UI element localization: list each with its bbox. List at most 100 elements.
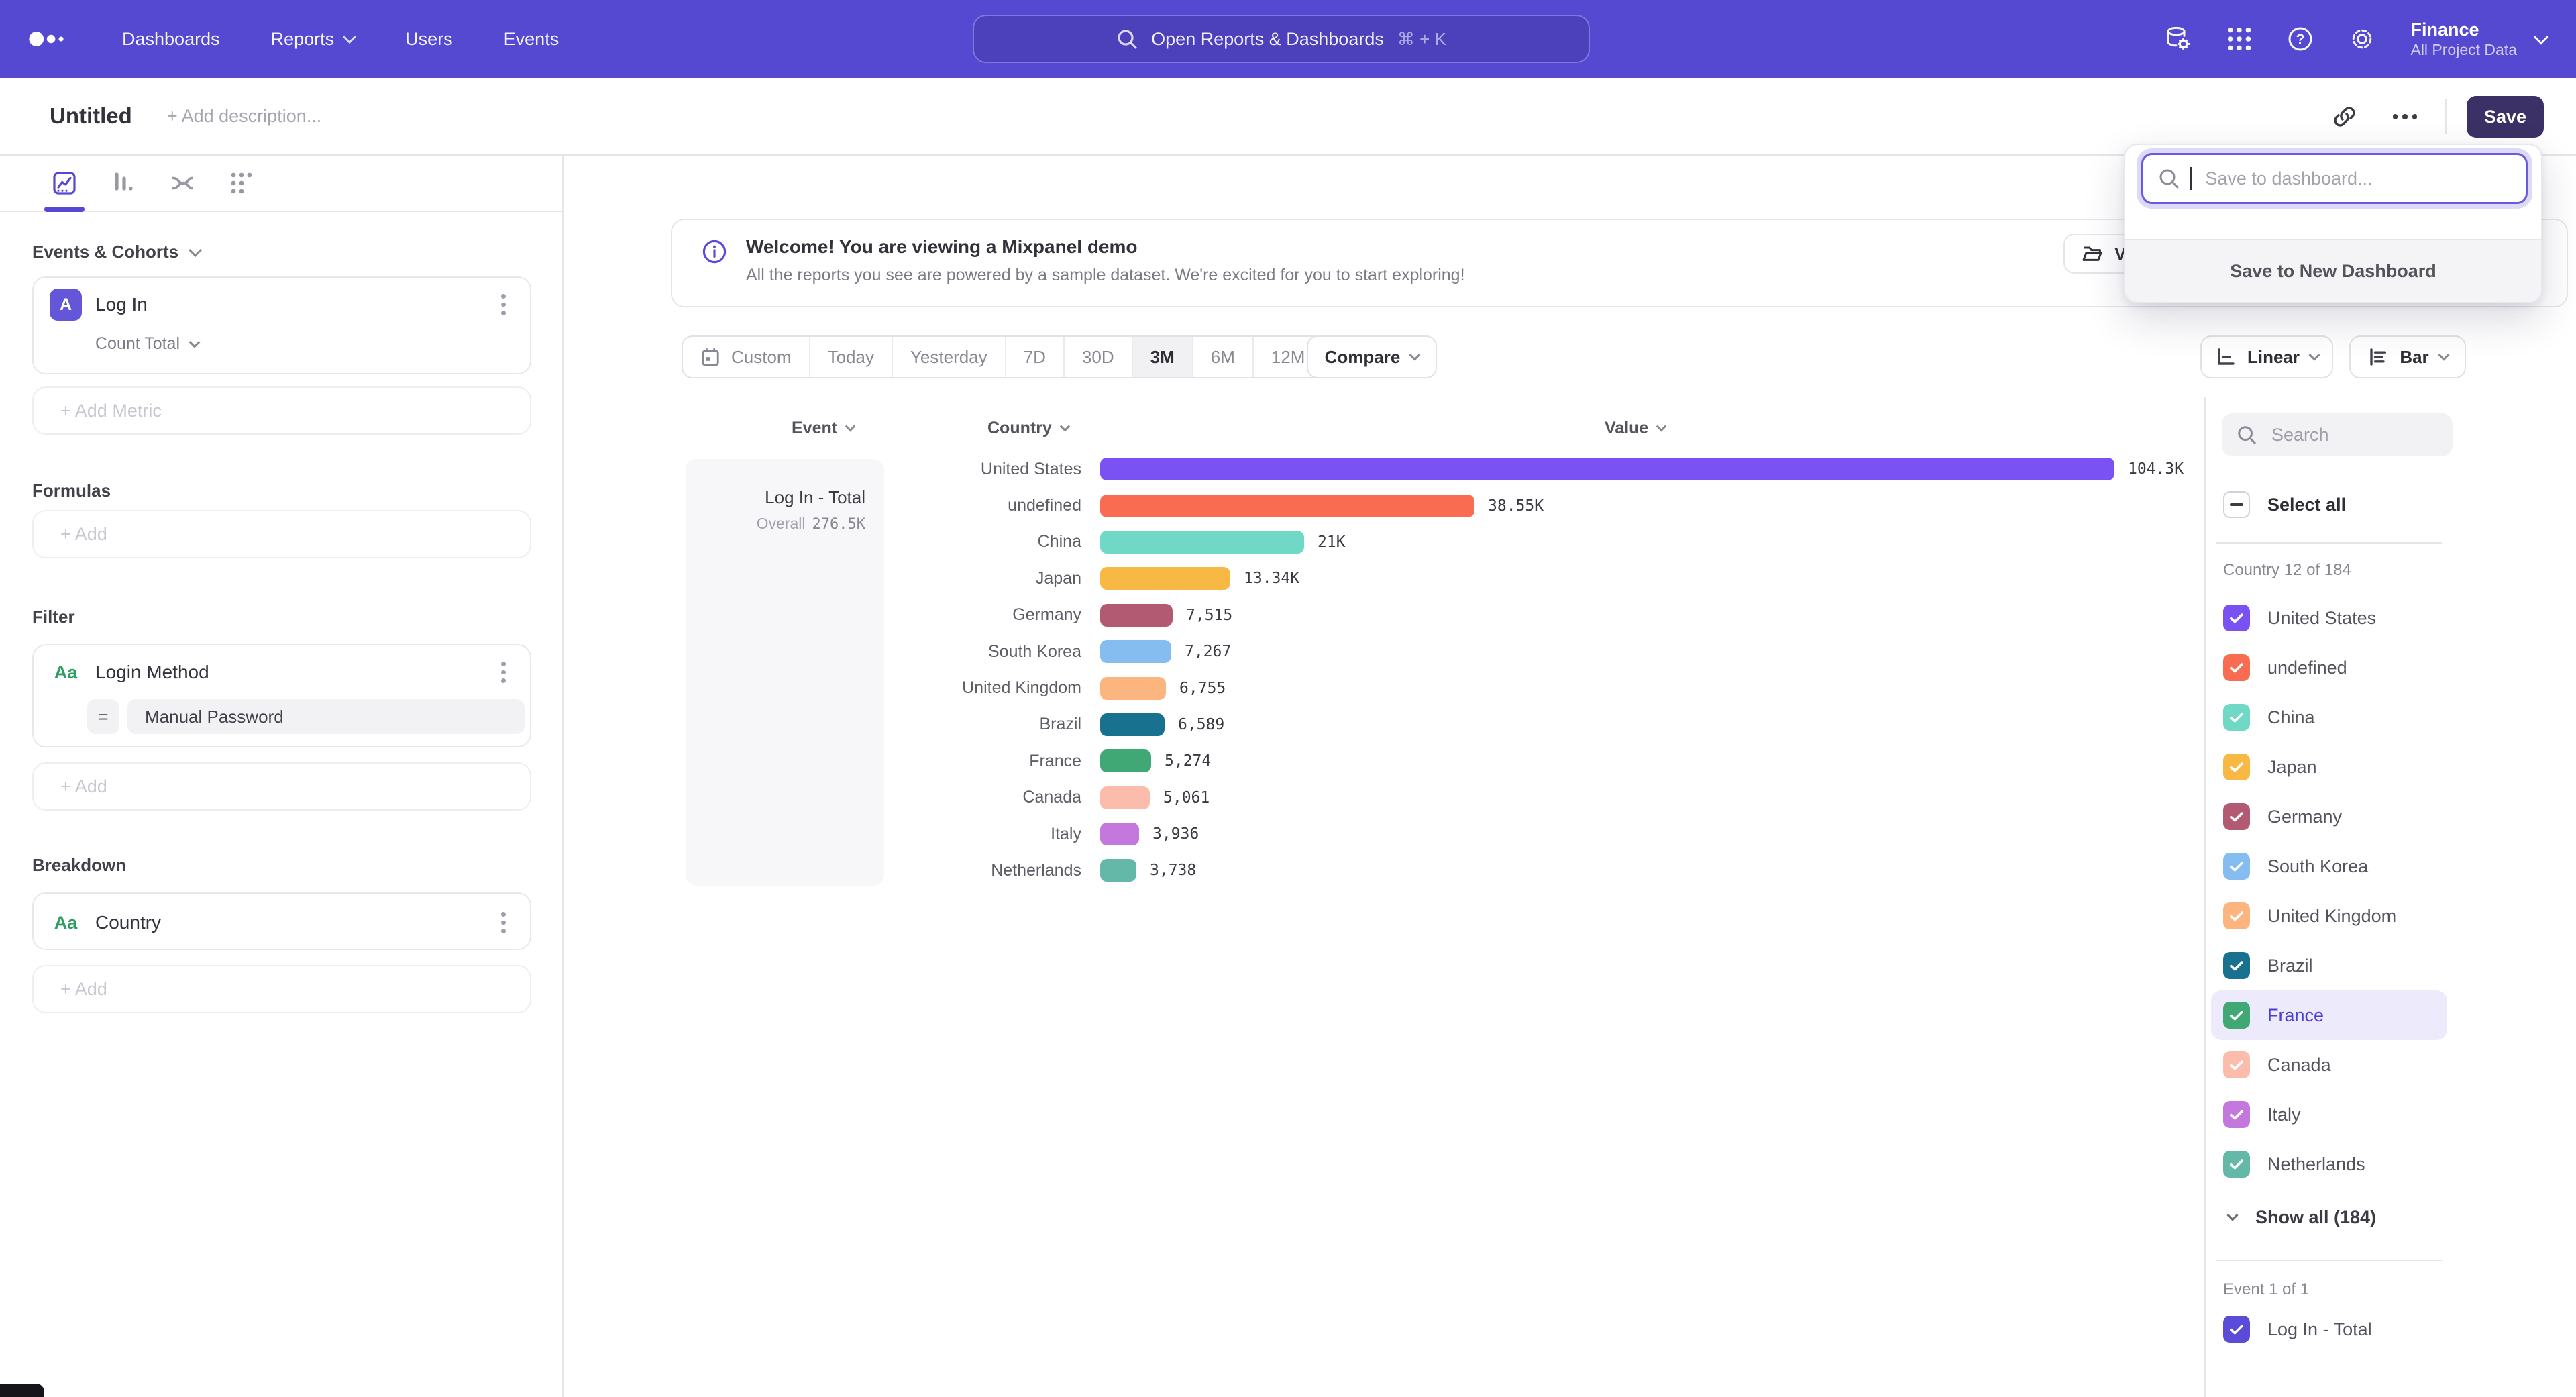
report-type-tabs: [0, 156, 562, 212]
bar-value-label: 6,589: [1178, 716, 1224, 733]
metric-card-log-in[interactable]: A Log In Count Total: [32, 276, 531, 374]
tab-flows[interactable]: [169, 170, 196, 197]
copy-link-icon[interactable]: [2324, 97, 2365, 137]
breakdown-property-name[interactable]: Country: [95, 912, 496, 933]
add-filter-button[interactable]: + Add: [32, 762, 531, 811]
save-to-dashboard-searchbox[interactable]: [2141, 153, 2528, 204]
checkbox-italy[interactable]: [2223, 1101, 2250, 1128]
event-name[interactable]: Log In: [95, 294, 496, 315]
show-all-button[interactable]: Show all (184): [2206, 1200, 2376, 1235]
indeterminate-checkbox[interactable]: [2223, 491, 2250, 518]
chart-type-dropdown[interactable]: Bar: [2349, 335, 2466, 378]
save-button[interactable]: Save: [2467, 96, 2544, 138]
checkbox-brazil[interactable]: [2223, 952, 2250, 979]
country-row-brazil[interactable]: Brazil: [2211, 941, 2447, 990]
checkbox-france[interactable]: [2223, 1002, 2250, 1029]
country-row-south-korea[interactable]: South Korea: [2211, 841, 2447, 891]
kebab-menu-icon[interactable]: [496, 656, 511, 688]
add-formula-button[interactable]: + Add: [32, 510, 531, 558]
tab-funnels[interactable]: [110, 170, 137, 197]
country-row-japan[interactable]: Japan: [2211, 742, 2447, 792]
range-today[interactable]: Today: [810, 337, 893, 377]
tab-insights[interactable]: [51, 170, 78, 197]
nav-item-users[interactable]: Users: [405, 29, 453, 50]
range-6m[interactable]: 6M: [1193, 337, 1254, 377]
mixpanel-logo-icon[interactable]: [28, 25, 68, 52]
legend-search-input[interactable]: [2269, 423, 2430, 447]
nav-item-events[interactable]: Events: [504, 29, 559, 50]
scale-dropdown[interactable]: Linear: [2200, 335, 2333, 378]
save-to-dashboard-input[interactable]: [2202, 167, 2511, 191]
checkbox-canada[interactable]: [2223, 1051, 2250, 1078]
range-3m[interactable]: 3M: [1133, 337, 1193, 377]
save-to-new-dashboard-button[interactable]: Save to New Dashboard: [2125, 239, 2541, 302]
country-label: Netherlands: [2267, 1154, 2365, 1175]
add-metric-button[interactable]: + Add Metric: [32, 386, 531, 435]
filter-operator-dropdown[interactable]: =: [87, 699, 119, 734]
events-section-header[interactable]: Events & Cohorts: [32, 242, 562, 262]
more-options-button[interactable]: [2385, 97, 2425, 137]
select-all-row[interactable]: Select all: [2223, 491, 2346, 518]
text-caret: [2190, 167, 2192, 190]
help-icon[interactable]: ?: [2287, 25, 2314, 52]
range-30d[interactable]: 30D: [1065, 337, 1133, 377]
checkbox-undefined[interactable]: [2223, 654, 2250, 681]
column-header-event[interactable]: Event: [792, 419, 854, 438]
nav-item-reports[interactable]: Reports: [271, 29, 355, 50]
bar-undefined: [1100, 495, 1474, 517]
checkbox-united-kingdom[interactable]: [2223, 902, 2250, 929]
checkbox-japan[interactable]: [2223, 754, 2250, 780]
apps-grid-icon[interactable]: [2226, 26, 2252, 52]
aggregation-dropdown[interactable]: Count Total: [95, 334, 530, 354]
country-row-canada[interactable]: Canada: [2211, 1040, 2447, 1090]
country-row-france[interactable]: France: [2211, 990, 2447, 1040]
range-7d[interactable]: 7D: [1006, 337, 1065, 377]
checkbox-netherlands[interactable]: [2223, 1151, 2250, 1178]
settings-gear-icon[interactable]: [2349, 25, 2375, 52]
bar-chart-icon: [2367, 346, 2389, 368]
string-property-icon: Aa: [50, 913, 82, 933]
global-search-button[interactable]: Open Reports & Dashboards ⌘ + K: [973, 15, 1590, 63]
checkbox-united-states[interactable]: [2223, 605, 2250, 631]
breakdown-card-country[interactable]: Aa Country: [32, 892, 531, 950]
tab-retention[interactable]: [228, 170, 255, 197]
country-row-united-states[interactable]: United States: [2211, 593, 2447, 643]
bar-value-label: 6,755: [1179, 680, 1226, 697]
add-description-button[interactable]: + Add description...: [167, 106, 321, 127]
project-switcher[interactable]: Finance All Project Data: [2410, 19, 2546, 59]
legend-search[interactable]: [2222, 413, 2453, 456]
event-row-log-in-total[interactable]: Log In - Total: [2211, 1304, 2447, 1354]
bar-value-label: 3,936: [1152, 825, 1199, 843]
country-row-united-kingdom[interactable]: United Kingdom: [2211, 891, 2447, 941]
range-label: Custom: [731, 347, 792, 368]
checkbox-germany[interactable]: [2223, 803, 2250, 830]
checkbox-south-korea[interactable]: [2223, 853, 2250, 880]
country-row-italy[interactable]: Italy: [2211, 1090, 2447, 1139]
checkbox-log-in-total[interactable]: [2223, 1316, 2250, 1343]
country-legend-list: United StatesundefinedChinaJapanGermanyS…: [2206, 593, 2576, 1189]
compare-button[interactable]: Compare: [1307, 335, 1437, 378]
nav-item-label: Users: [405, 29, 453, 50]
country-row-undefined[interactable]: undefined: [2211, 643, 2447, 692]
range-custom[interactable]: Custom: [683, 337, 810, 377]
checkbox-china[interactable]: [2223, 704, 2250, 731]
country-row-germany[interactable]: Germany: [2211, 792, 2447, 841]
column-header-value[interactable]: Value: [1605, 419, 1665, 438]
bar-category-label: Brazil: [564, 715, 1081, 734]
range-yesterday[interactable]: Yesterday: [893, 337, 1006, 377]
kebab-menu-icon[interactable]: [496, 289, 511, 321]
country-row-netherlands[interactable]: Netherlands: [2211, 1139, 2447, 1189]
report-title[interactable]: Untitled: [50, 103, 132, 129]
column-header-country[interactable]: Country: [987, 419, 1069, 438]
country-row-china[interactable]: China: [2211, 692, 2447, 742]
kebab-menu-icon[interactable]: [496, 907, 511, 939]
calendar-icon: [700, 346, 720, 368]
filter-section-header: Filter: [32, 607, 75, 627]
filter-value-dropdown[interactable]: Manual Password: [127, 699, 525, 734]
add-breakdown-button[interactable]: + Add: [32, 965, 531, 1013]
nav-item-dashboards[interactable]: Dashboards: [122, 29, 220, 50]
bar-category-label: undefined: [564, 496, 1081, 515]
filter-card-login-method[interactable]: Aa Login Method = Manual Password: [32, 644, 531, 747]
filter-property-name[interactable]: Login Method: [95, 662, 496, 683]
data-management-icon[interactable]: [2163, 25, 2192, 53]
